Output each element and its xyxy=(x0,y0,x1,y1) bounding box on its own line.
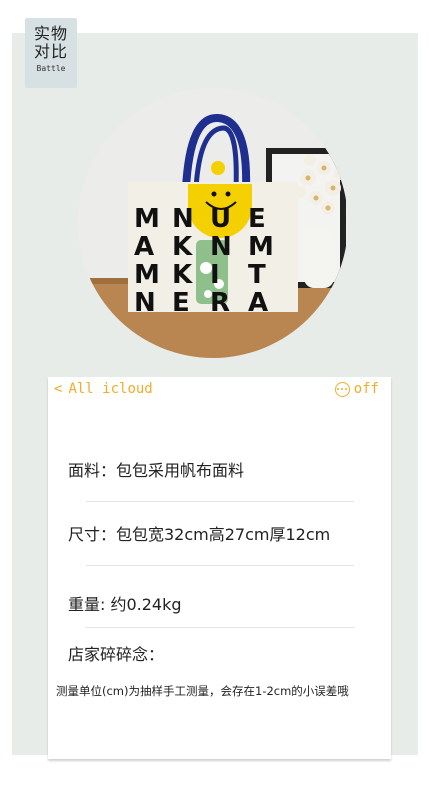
back-button[interactable]: < All icloud xyxy=(54,381,153,397)
notes-title: 店家碎碎念： xyxy=(68,645,165,664)
product-photo: MNUEAKNMMKITNERA xyxy=(78,88,348,358)
divider xyxy=(86,565,354,566)
info-card: < All icloud off 面料：包包采用帆布面料 尺寸：包包宽32cm高… xyxy=(48,377,391,759)
chevron-left-icon: < xyxy=(54,381,63,397)
bag-letter: M xyxy=(248,232,274,262)
bag-letter: A xyxy=(134,232,155,262)
size-text: 尺寸：包包宽32cm高27cm厚12cm xyxy=(68,525,331,544)
options-label: off xyxy=(353,381,379,397)
material-text: 面料：包包采用帆布面料 xyxy=(68,461,245,480)
bag-letter: A xyxy=(248,288,269,318)
bag-letter: K xyxy=(172,260,193,290)
bag-letter: M xyxy=(134,204,160,234)
bag-letter: I xyxy=(210,260,220,290)
bag-letter: T xyxy=(248,260,266,290)
bag-letter: R xyxy=(210,288,231,318)
tag-subtitle: Battle xyxy=(36,64,66,73)
options-button[interactable]: off xyxy=(334,381,379,397)
bag-letter: E xyxy=(172,288,190,318)
bag-letter: K xyxy=(172,232,193,262)
tag-line-2: 对比 xyxy=(33,42,68,61)
tag-line-1: 实物 xyxy=(33,24,68,43)
bag-letter: N xyxy=(134,288,156,318)
bag-letter: N xyxy=(210,232,232,262)
bag-letter: N xyxy=(172,204,194,234)
bag-letter: E xyxy=(248,204,266,234)
bag-letter: M xyxy=(134,260,160,290)
divider xyxy=(86,501,354,502)
back-label: All icloud xyxy=(68,381,153,397)
notes-text: 测量单位(cm)为抽样手工测量，会存在1-2cm的小误差哦 xyxy=(56,684,349,698)
card-topbar: < All icloud off xyxy=(48,377,391,405)
bag-letters: MNUEAKNMMKITNERA xyxy=(78,88,348,358)
weight-text: 重量: 约0.24kg xyxy=(68,595,182,614)
bag-letter: U xyxy=(210,204,232,234)
comparison-tag: 实物 对比 Battle xyxy=(25,18,77,88)
divider xyxy=(86,627,354,628)
more-dots-icon xyxy=(334,381,350,397)
